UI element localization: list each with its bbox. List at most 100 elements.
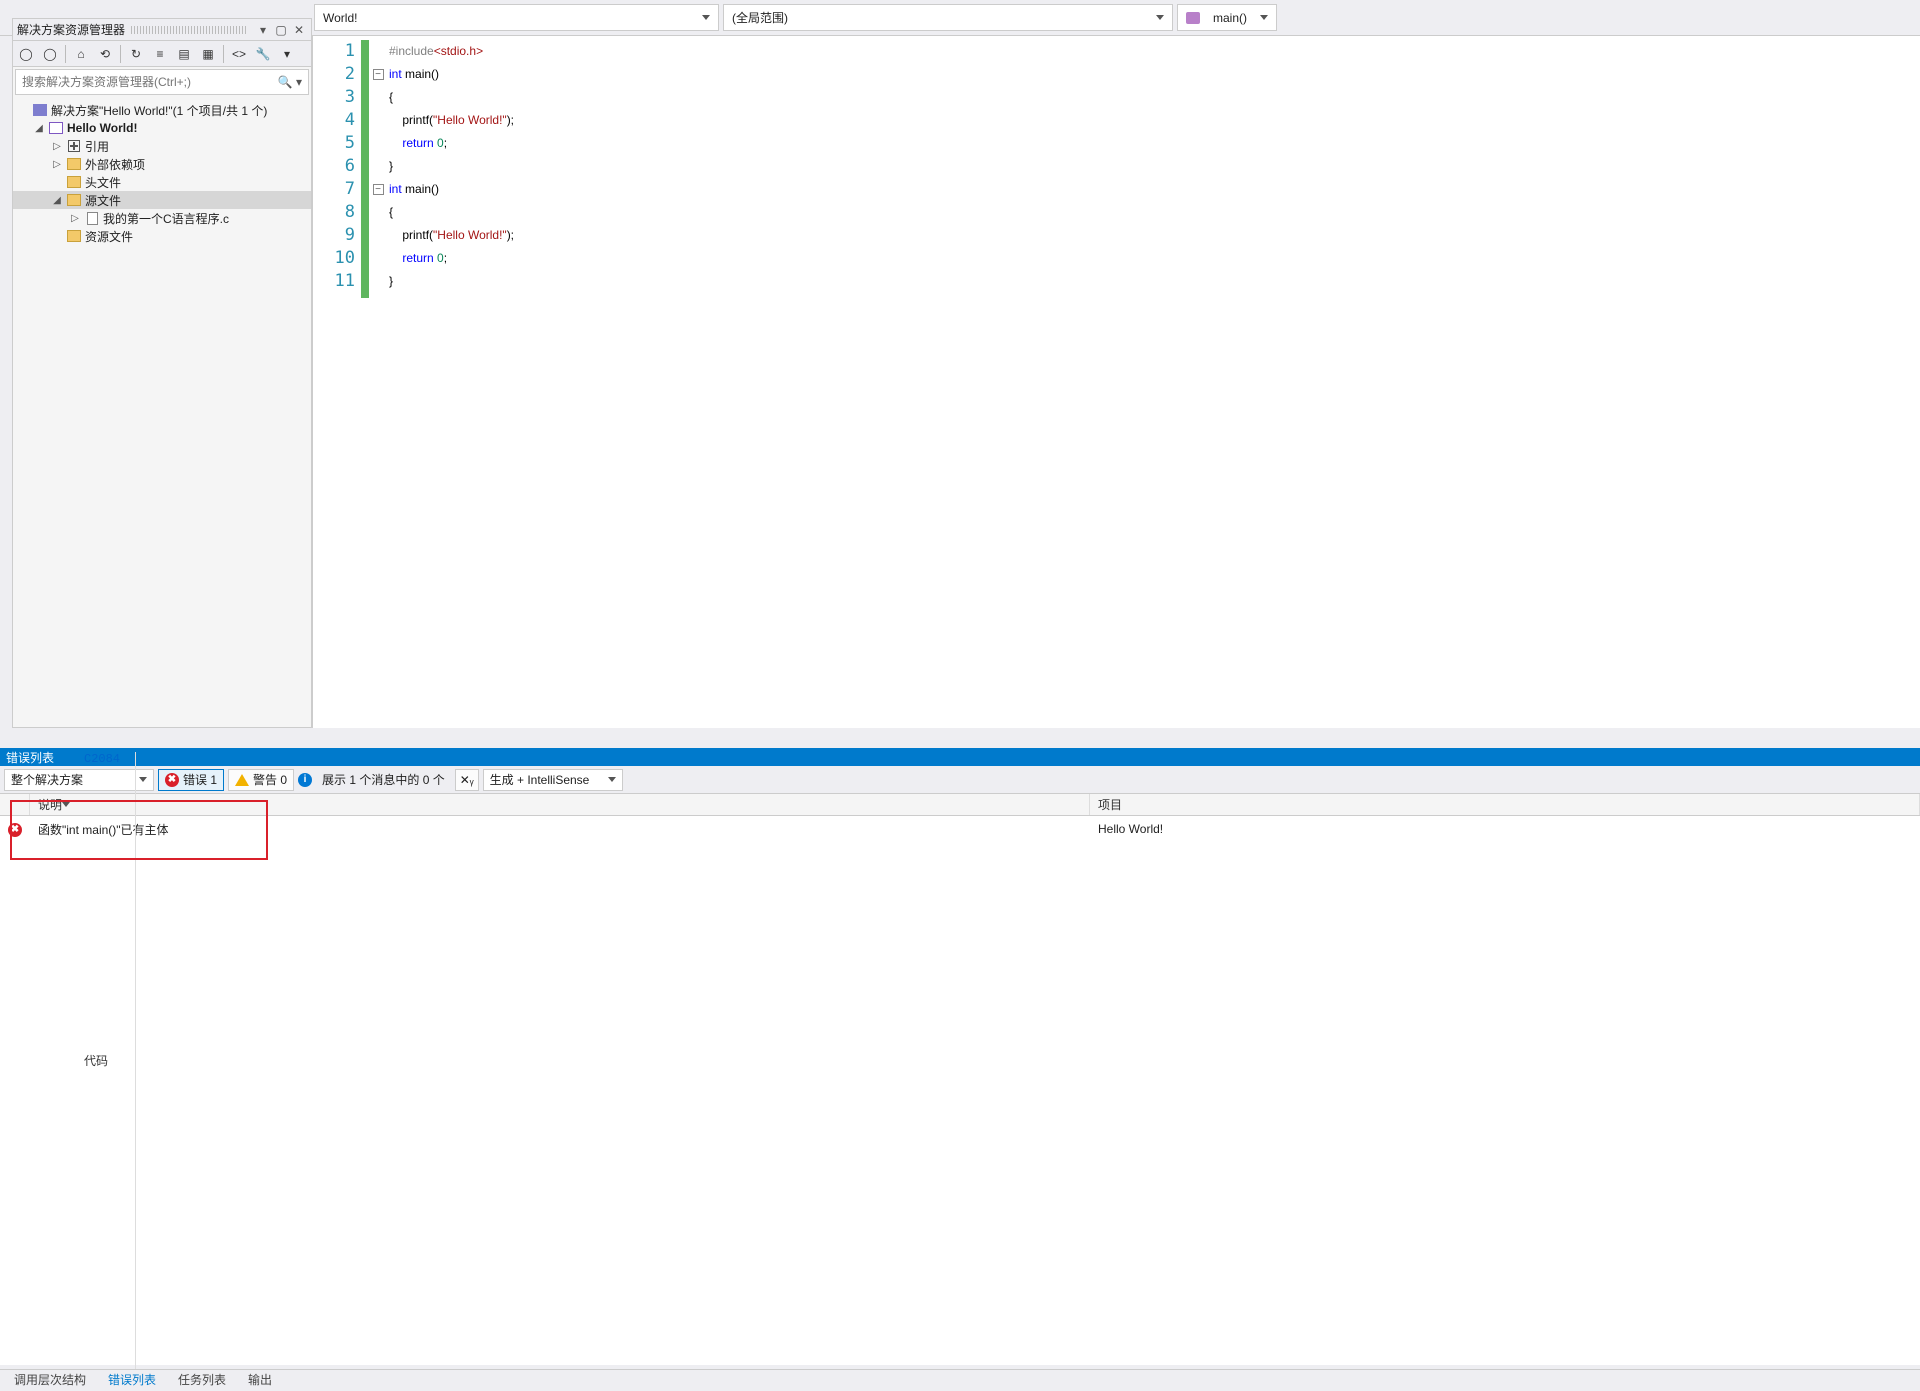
fold-toggle-icon[interactable]: −	[373, 184, 384, 195]
tree-label: 引用	[85, 138, 109, 155]
error-code[interactable]: C2084	[76, 752, 136, 766]
code-icon[interactable]: <>	[230, 45, 248, 63]
crumb-file[interactable]: World!	[314, 4, 719, 31]
forward-icon[interactable]: ◯	[41, 45, 59, 63]
code-line[interactable]: printf("Hello World!");	[389, 224, 1920, 247]
code-line[interactable]: }	[389, 270, 1920, 293]
collapse-icon[interactable]: ≡	[151, 45, 169, 63]
tree-solution[interactable]: 解决方案"Hello World!"(1 个项目/共 1 个)	[13, 101, 311, 119]
tree-label: Hello World!	[67, 121, 137, 135]
tab-error-list[interactable]: 错误列表	[98, 1368, 166, 1391]
project-icon	[49, 122, 63, 134]
home-icon[interactable]: ⌂	[72, 45, 90, 63]
tree-label: 我的第一个C语言程序.c	[103, 210, 229, 227]
fold-cell	[371, 224, 385, 247]
build-filter-button[interactable]: ✕ᵧ	[455, 769, 479, 791]
error-grid-header[interactable]: 代码 说明 项目	[0, 794, 1920, 816]
back-icon[interactable]: ◯	[17, 45, 35, 63]
references-icon	[68, 140, 80, 152]
tree-resource-files[interactable]: 资源文件	[13, 227, 311, 245]
error-list-toolbar: 整个解决方案 ✖ 错误 1 警告 0 i 展示 1 个消息中的 0 个 ✕ᵧ 生…	[0, 766, 1920, 794]
col-code[interactable]: 代码	[76, 752, 136, 1369]
warnings-filter-button[interactable]: 警告 0	[228, 769, 294, 791]
line-number: 1	[313, 40, 355, 63]
crumb-file-label: World!	[323, 11, 357, 25]
crumb-scope-label: (全局范围)	[732, 9, 788, 26]
line-number: 4	[313, 109, 355, 132]
panel-title: 解决方案资源管理器	[17, 21, 125, 38]
fold-cell	[371, 86, 385, 109]
error-row[interactable]: ✖C2084函数"int main()"已有主体Hello World!	[0, 816, 1920, 842]
fold-cell	[371, 155, 385, 178]
folder-icon	[67, 176, 81, 188]
sync-icon[interactable]: ⟲	[96, 45, 114, 63]
wrench-icon[interactable]: 🔧	[254, 45, 272, 63]
tab-task-list[interactable]: 任务列表	[168, 1368, 236, 1391]
warning-icon	[235, 774, 249, 786]
code-line[interactable]: {	[389, 86, 1920, 109]
code-line[interactable]: {	[389, 201, 1920, 224]
fold-cell	[371, 247, 385, 270]
line-number-gutter: 1234567891011	[313, 36, 361, 728]
tree-project[interactable]: ◢ Hello World!	[13, 119, 311, 137]
tab-call-hierarchy[interactable]: 调用层次结构	[4, 1368, 96, 1391]
code-line[interactable]: int main()	[389, 63, 1920, 86]
solution-explorer: 解决方案资源管理器 ▾ ▢ ✕ ◯ ◯ ⌂ ⟲ ↻ ≡ ▤ ▦ <> 🔧 ▾ 🔍…	[12, 18, 312, 728]
col-project[interactable]: 项目	[1090, 794, 1920, 815]
messages-filter-label[interactable]: 展示 1 个消息中的 0 个	[316, 771, 451, 788]
properties-icon[interactable]: ▦	[199, 45, 217, 63]
code-editor[interactable]: 1234567891011 −− #include<stdio.h>int ma…	[312, 36, 1920, 728]
chevron-down-icon	[608, 777, 616, 782]
solution-search-input[interactable]	[16, 75, 272, 89]
tab-output[interactable]: 输出	[238, 1368, 282, 1391]
chevron-down-icon	[702, 15, 710, 20]
pin-icon[interactable]: ▢	[273, 22, 289, 38]
chevron-down-icon	[139, 777, 147, 782]
fold-toggle-icon[interactable]: −	[373, 69, 384, 80]
code-line[interactable]: return 0;	[389, 247, 1920, 270]
solution-tree: 解决方案"Hello World!"(1 个项目/共 1 个) ◢ Hello …	[13, 97, 311, 249]
error-project: Hello World!	[1090, 822, 1920, 836]
panel-titlebar[interactable]: 解决方案资源管理器 ▾ ▢ ✕	[13, 19, 311, 41]
build-source-combo[interactable]: 生成 + IntelliSense	[483, 769, 623, 791]
folder-icon	[67, 194, 81, 206]
code-line[interactable]: }	[389, 155, 1920, 178]
tree-header-files[interactable]: 头文件	[13, 173, 311, 191]
code-line[interactable]: #include<stdio.h>	[389, 40, 1920, 63]
warnings-filter-label: 警告 0	[253, 771, 287, 788]
errors-filter-button[interactable]: ✖ 错误 1	[158, 769, 224, 791]
code-line[interactable]: printf("Hello World!");	[389, 109, 1920, 132]
close-icon[interactable]: ✕	[291, 22, 307, 38]
fold-cell[interactable]: −	[371, 63, 385, 86]
show-all-icon[interactable]: ▤	[175, 45, 193, 63]
refresh-icon[interactable]: ↻	[127, 45, 145, 63]
search-icon[interactable]: 🔍 ▾	[272, 75, 308, 89]
crumb-function[interactable]: main()	[1177, 4, 1277, 31]
tree-external-deps[interactable]: ▷ 外部依赖项	[13, 155, 311, 173]
fold-cell[interactable]: −	[371, 178, 385, 201]
line-number: 8	[313, 201, 355, 224]
error-description: 函数"int main()"已有主体	[30, 821, 1090, 838]
code-line[interactable]: return 0;	[389, 132, 1920, 155]
function-icon	[1186, 12, 1200, 24]
more-icon[interactable]: ▾	[278, 45, 296, 63]
error-list-panel: 错误列表 整个解决方案 ✖ 错误 1 警告 0 i 展示 1 个消息中的 0 个…	[0, 748, 1920, 1365]
col-description[interactable]: 说明	[30, 794, 1090, 815]
error-list-header[interactable]: 错误列表	[0, 748, 1920, 766]
code-line[interactable]: int main()	[389, 178, 1920, 201]
fold-cell	[371, 40, 385, 63]
fold-cell	[371, 270, 385, 293]
code-area[interactable]: #include<stdio.h>int main(){ printf("Hel…	[389, 40, 1920, 293]
tree-label: 源文件	[85, 192, 121, 209]
tree-source-file-item[interactable]: ▷ 我的第一个C语言程序.c	[13, 209, 311, 227]
error-icon: ✖	[165, 773, 179, 787]
tree-references[interactable]: ▷ 引用	[13, 137, 311, 155]
errors-filter-label: 错误 1	[183, 771, 217, 788]
col-icon[interactable]	[0, 794, 30, 815]
info-icon: i	[298, 773, 312, 787]
tree-source-files[interactable]: ◢ 源文件	[13, 191, 311, 209]
line-number: 5	[313, 132, 355, 155]
crumb-scope[interactable]: (全局范围)	[723, 4, 1173, 31]
dropdown-icon[interactable]: ▾	[255, 22, 271, 38]
solution-search[interactable]: 🔍 ▾	[15, 69, 309, 95]
